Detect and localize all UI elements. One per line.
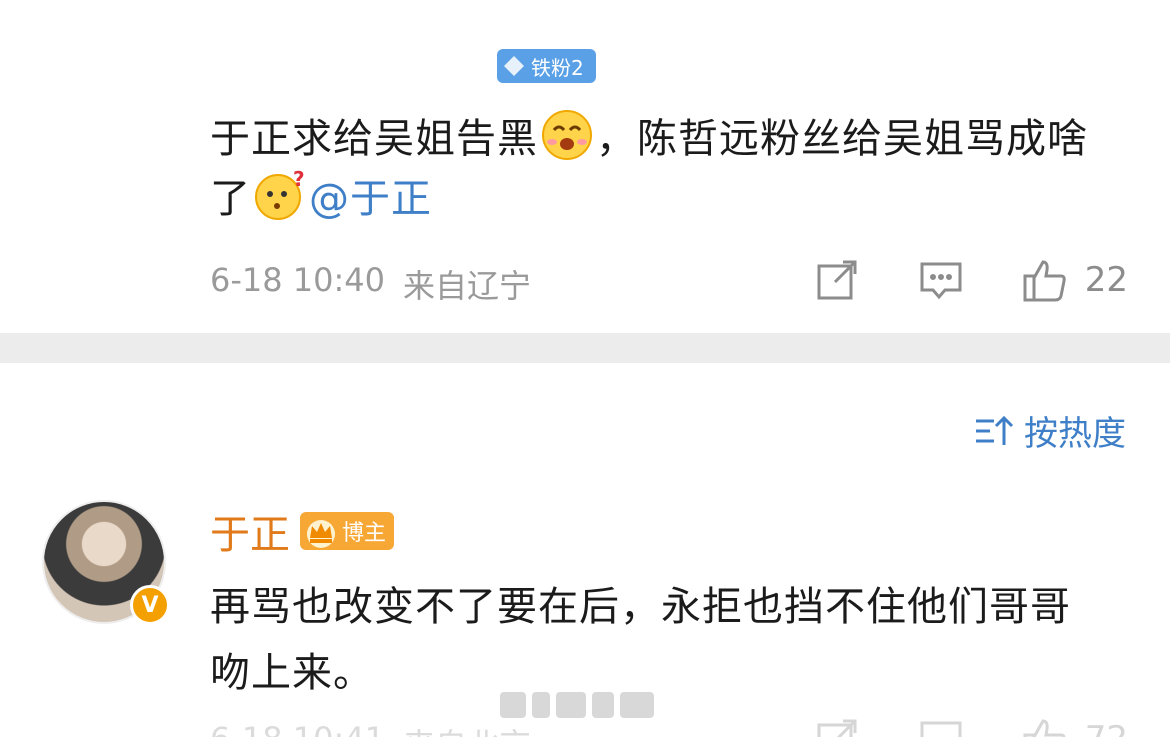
mention-link[interactable]: @于正	[309, 176, 432, 222]
blogger-badge-label: 博主	[342, 521, 387, 546]
comment-reply-icon[interactable]	[917, 715, 965, 737]
comment-like-icon[interactable]	[1021, 715, 1069, 737]
comment-text: 再骂也改变不了要在后，永拒也挡不住他们哥哥吻上来。	[210, 584, 1071, 696]
comment-meta: 6-18 10:41 来自北京	[210, 720, 531, 737]
smile-emoji-icon	[542, 110, 592, 160]
post-date: 6-18 10:40	[210, 261, 386, 299]
fan-badge: 铁粉2	[497, 49, 596, 83]
comment-actions: 72	[813, 715, 1128, 737]
confused-emoji-icon: ?	[255, 168, 306, 220]
post-card: 铁粉2 于正求给吴姐告黑 ，陈哲远粉丝给吴姐骂成啥了 ? @于正 6-18 10…	[0, 0, 1170, 333]
blogger-badge: 博主	[300, 512, 395, 550]
post-location: 来自辽宁	[403, 267, 532, 305]
post-actions: 22	[813, 256, 1128, 304]
comment-like-count: 72	[1085, 719, 1128, 737]
verified-badge: V	[130, 585, 170, 625]
post-text-part1: 于正求给吴姐告黑	[210, 116, 538, 162]
like-icon[interactable]	[1021, 256, 1069, 304]
comment-icon[interactable]	[917, 256, 965, 304]
post-text: 于正求给吴姐告黑 ，陈哲远粉丝给吴姐骂成啥了 ? @于正	[210, 108, 1110, 228]
sort-icon	[976, 415, 1014, 445]
comment-author-row: 于正 博主	[210, 502, 395, 560]
like-count: 22	[1084, 260, 1128, 300]
sticker-placeholder	[500, 688, 670, 722]
svg-text:?: ?	[293, 168, 306, 191]
sort-button[interactable]: 按热度	[974, 406, 1126, 455]
comment-date: 6-18 10:41	[210, 720, 385, 737]
share-icon[interactable]	[813, 256, 861, 304]
post-meta: 6-18 10:40 来自辽宁	[210, 261, 531, 307]
fan-badge-label: 铁粉2	[531, 55, 584, 80]
sort-label: 按热度	[1024, 414, 1126, 454]
diamond-icon	[504, 56, 524, 76]
section-divider	[0, 333, 1170, 363]
comment-share-icon[interactable]	[813, 715, 861, 737]
comment-location: 来自北京	[403, 720, 531, 737]
comment-author-name[interactable]: 于正	[210, 502, 290, 560]
crown-icon	[307, 520, 335, 548]
